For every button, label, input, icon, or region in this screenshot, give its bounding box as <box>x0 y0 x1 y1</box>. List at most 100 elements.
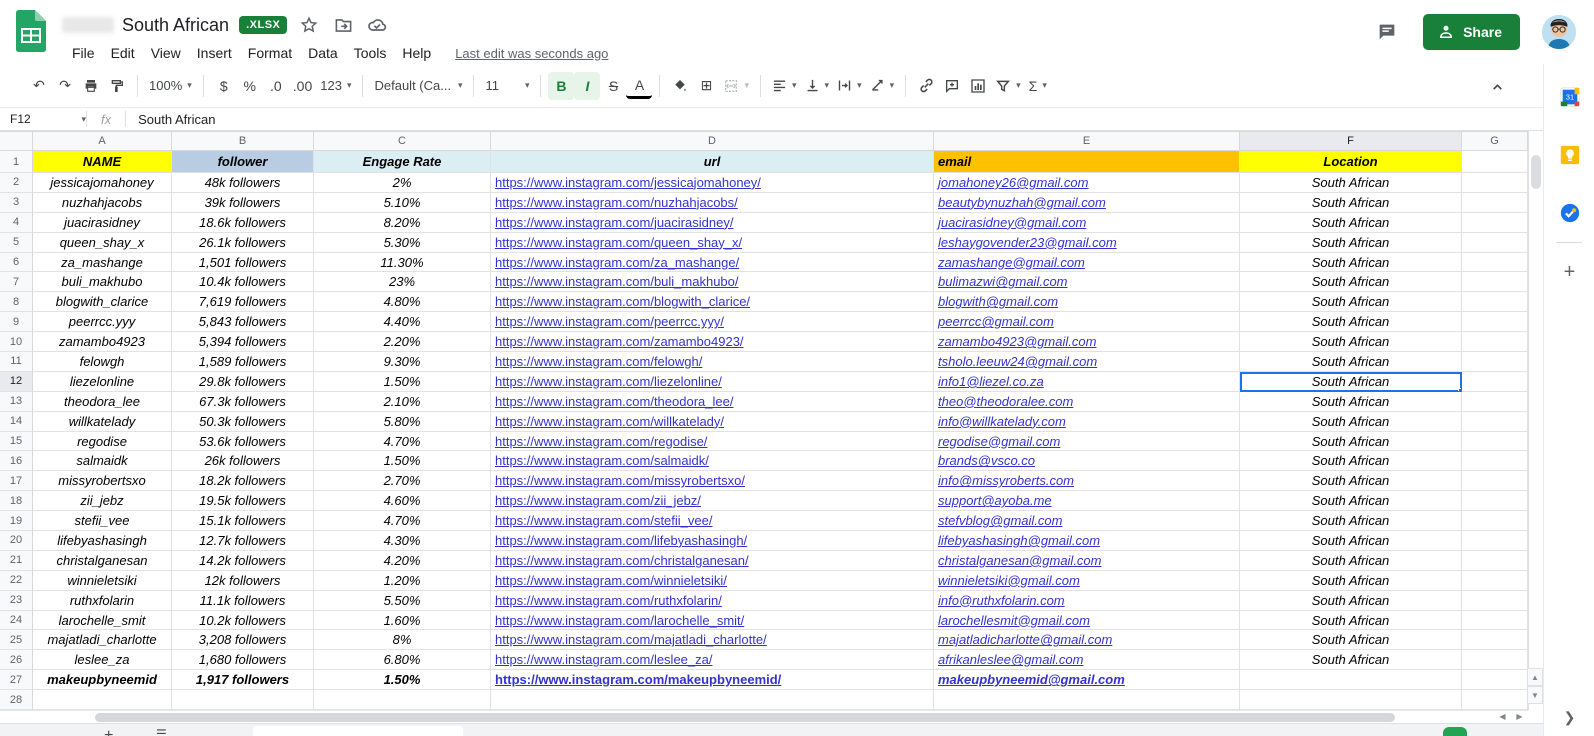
more-formats-button[interactable]: 123▾ <box>316 72 355 100</box>
cloud-saved-icon[interactable] <box>367 15 387 35</box>
document-title[interactable]: South African <box>122 15 229 36</box>
cell-B24[interactable]: 10.2k followers <box>172 611 314 631</box>
text-wrap-button[interactable]: ▾ <box>833 72 866 100</box>
cell-A2[interactable]: jessicajomahoney <box>33 173 172 193</box>
cell-F27[interactable] <box>1240 670 1462 690</box>
cell-A14[interactable]: willkatelady <box>33 412 172 432</box>
cell-G13[interactable] <box>1462 392 1528 412</box>
print-button[interactable] <box>78 72 104 100</box>
cell-B23[interactable]: 11.1k followers <box>172 591 314 611</box>
bold-button[interactable]: B <box>548 72 574 100</box>
cell-B11[interactable]: 1,589 followers <box>172 352 314 372</box>
cell-G16[interactable] <box>1462 451 1528 471</box>
cell-B13[interactable]: 67.3k followers <box>172 392 314 412</box>
cell-B2[interactable]: 48k followers <box>172 173 314 193</box>
cell-A16[interactable]: salmaidk <box>33 451 172 471</box>
horizontal-align-button[interactable]: ▾ <box>768 72 801 100</box>
cell-C23[interactable]: 5.50% <box>314 591 491 611</box>
cell-D25[interactable]: https://www.instagram.com/majatladi_char… <box>491 630 934 650</box>
cell-D5[interactable]: https://www.instagram.com/queen_shay_x/ <box>491 233 934 253</box>
cell-F3[interactable]: South African <box>1240 193 1462 213</box>
cell-F7[interactable]: South African <box>1240 272 1462 292</box>
font-family-select[interactable]: Default (Ca...▾ <box>370 72 466 100</box>
row-header-20[interactable]: 20 <box>0 531 33 551</box>
google-calendar-icon[interactable]: 31 <box>1544 82 1594 112</box>
cell-C18[interactable]: 4.60% <box>314 491 491 511</box>
cell-F13[interactable]: South African <box>1240 392 1462 412</box>
horizontal-scrollbar-thumb[interactable] <box>95 713 1395 722</box>
cell-C16[interactable]: 1.50% <box>314 451 491 471</box>
show-side-panel-chevron-icon[interactable]: ❯ <box>1544 709 1594 726</box>
cell-D10[interactable]: https://www.instagram.com/zamambo4923/ <box>491 332 934 352</box>
cell-A15[interactable]: regodise <box>33 432 172 452</box>
active-sheet-tab[interactable] <box>253 726 463 736</box>
cell-G5[interactable] <box>1462 233 1528 253</box>
cell-B25[interactable]: 3,208 followers <box>172 630 314 650</box>
column-header-F[interactable]: F <box>1240 131 1462 151</box>
cell-G25[interactable] <box>1462 630 1528 650</box>
cell-C25[interactable]: 8% <box>314 630 491 650</box>
cell-E26[interactable]: afrikanleslee@gmail.com <box>934 650 1240 670</box>
cell-B5[interactable]: 26.1k followers <box>172 233 314 253</box>
cell-D8[interactable]: https://www.instagram.com/blogwith_clari… <box>491 292 934 312</box>
cell-D27[interactable]: https://www.instagram.com/makeupbyneemid… <box>491 670 934 690</box>
cell-A12[interactable]: liezelonline <box>33 372 172 392</box>
cell-D24[interactable]: https://www.instagram.com/larochelle_smi… <box>491 611 934 631</box>
column-header-C[interactable]: C <box>314 131 491 151</box>
cell-G21[interactable] <box>1462 551 1528 571</box>
cell-D13[interactable]: https://www.instagram.com/theodora_lee/ <box>491 392 934 412</box>
cell-D1[interactable]: url <box>491 151 934 173</box>
vertical-align-button[interactable]: ▾ <box>801 72 834 100</box>
cell-B10[interactable]: 5,394 followers <box>172 332 314 352</box>
cell-G15[interactable] <box>1462 432 1528 452</box>
vertical-scrollbar-thumb[interactable] <box>1531 155 1541 189</box>
cell-F21[interactable]: South African <box>1240 551 1462 571</box>
cell-F6[interactable]: South African <box>1240 253 1462 273</box>
cell-G12[interactable] <box>1462 372 1528 392</box>
row-header-19[interactable]: 19 <box>0 511 33 531</box>
cell-F2[interactable]: South African <box>1240 173 1462 193</box>
formula-input[interactable]: South African <box>138 112 215 127</box>
cell-A23[interactable]: ruthxfolarin <box>33 591 172 611</box>
cell-B9[interactable]: 5,843 followers <box>172 312 314 332</box>
row-header-28[interactable]: 28 <box>0 690 33 710</box>
cell-C13[interactable]: 2.10% <box>314 392 491 412</box>
cell-E10[interactable]: zamambo4923@gmail.com <box>934 332 1240 352</box>
cell-F10[interactable]: South African <box>1240 332 1462 352</box>
cell-C2[interactable]: 2% <box>314 173 491 193</box>
paint-format-button[interactable] <box>104 72 130 100</box>
row-header-6[interactable]: 6 <box>0 253 33 273</box>
column-header-D[interactable]: D <box>491 131 934 151</box>
cell-C26[interactable]: 6.80% <box>314 650 491 670</box>
cell-D11[interactable]: https://www.instagram.com/felowgh/ <box>491 352 934 372</box>
row-header-2[interactable]: 2 <box>0 173 33 193</box>
cell-E11[interactable]: tsholo.leeuw24@gmail.com <box>934 352 1240 372</box>
row-header-5[interactable]: 5 <box>0 233 33 253</box>
row-header-21[interactable]: 21 <box>0 551 33 571</box>
cell-G2[interactable] <box>1462 173 1528 193</box>
cell-C19[interactable]: 4.70% <box>314 511 491 531</box>
cell-B18[interactable]: 19.5k followers <box>172 491 314 511</box>
cell-G26[interactable] <box>1462 650 1528 670</box>
functions-button[interactable]: Σ▾ <box>1025 72 1051 100</box>
cell-F24[interactable]: South African <box>1240 611 1462 631</box>
cell-B4[interactable]: 18.6k followers <box>172 213 314 233</box>
cell-F18[interactable]: South African <box>1240 491 1462 511</box>
select-all-corner[interactable] <box>0 131 33 151</box>
row-header-26[interactable]: 26 <box>0 650 33 670</box>
cell-E7[interactable]: bulimazwi@gmail.com <box>934 272 1240 292</box>
cell-F26[interactable]: South African <box>1240 650 1462 670</box>
cell-A13[interactable]: theodora_lee <box>33 392 172 412</box>
decrease-decimal-button[interactable]: .0 <box>263 72 289 100</box>
row-header-10[interactable]: 10 <box>0 332 33 352</box>
cell-F20[interactable]: South African <box>1240 531 1462 551</box>
cell-D19[interactable]: https://www.instagram.com/stefii_vee/ <box>491 511 934 531</box>
insert-link-button[interactable] <box>913 72 939 100</box>
cell-E18[interactable]: support@ayoba.me <box>934 491 1240 511</box>
move-to-folder-icon[interactable] <box>333 15 353 35</box>
cell-G8[interactable] <box>1462 292 1528 312</box>
cell-D21[interactable]: https://www.instagram.com/christalganesa… <box>491 551 934 571</box>
cell-D7[interactable]: https://www.instagram.com/buli_makhubo/ <box>491 272 934 292</box>
cell-B28[interactable] <box>172 690 314 710</box>
zoom-select[interactable]: 100%▾ <box>145 72 196 100</box>
